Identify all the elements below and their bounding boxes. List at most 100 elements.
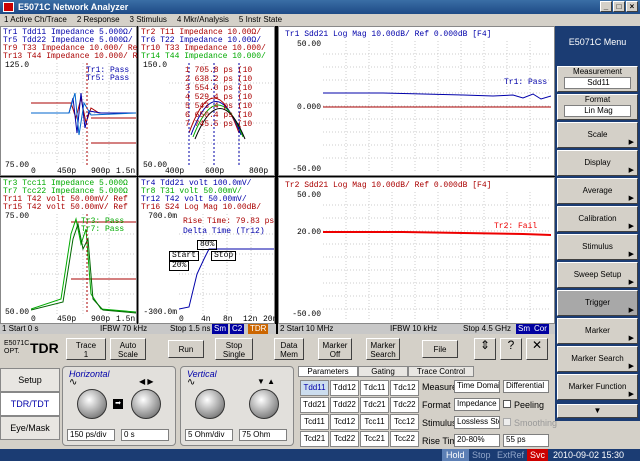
calibration-button[interactable]: Calibration ▶ [557, 206, 638, 232]
window-title: E5071C Network Analyzer [18, 2, 129, 12]
smoothing-checkbox[interactable] [503, 418, 511, 426]
trigger-button[interactable]: Trigger ▶ [557, 290, 638, 316]
rise-time-select[interactable]: 20-80% [454, 434, 500, 447]
vertical-position-knob[interactable] [249, 389, 279, 419]
menu-stimulus[interactable]: 3 Stimulus [130, 14, 167, 26]
vertical-scale-knob[interactable] [195, 389, 225, 419]
marker-function-button[interactable]: Marker Function ▶ [557, 374, 638, 400]
p4-80-label: 80% [197, 240, 218, 250]
measure-mode-select[interactable]: Differential [503, 380, 549, 393]
menu-instr-state[interactable]: 5 Instr State [239, 14, 282, 26]
p2-xtick: 600p [205, 167, 225, 176]
format-button[interactable]: Format Lin Mag [557, 94, 638, 120]
format-select[interactable]: Impedance [454, 398, 500, 411]
marker-off-button[interactable]: Marker Off [318, 338, 352, 360]
close-window-button[interactable]: × [626, 1, 638, 12]
help-icon[interactable]: ? [500, 338, 522, 360]
ch1-plot-1[interactable]: Tr1 Tdd11 Impedance 5.000Ω/ Ref Tr5 Tdd2… [0, 26, 152, 176]
datetime: 2010-09-02 15:30 [553, 450, 625, 460]
tab-tdr-tdt[interactable]: TDR/TDT [0, 392, 60, 416]
up-down-arrow-icon[interactable]: ⇕ [474, 338, 496, 360]
average-label: Average [582, 186, 613, 195]
rise-time-field[interactable]: 55 ps [503, 434, 549, 447]
marker-search-button[interactable]: Marker Search ▶ [557, 346, 638, 372]
param-cell[interactable]: Tdc21 [360, 397, 389, 413]
run-button[interactable]: Run [168, 340, 204, 358]
param-cell[interactable]: Tcc11 [360, 414, 389, 430]
close-icon[interactable]: ✕ [526, 338, 548, 360]
marker-search-tb-button[interactable]: Marker Search [366, 338, 400, 360]
file-button[interactable]: File [422, 340, 458, 358]
ch2-top-ytick: -50.00 [292, 165, 321, 174]
ch2-plot-bottom[interactable]: Tr2 Sdd21 Log Mag 10.00dB/ Ref 0.000dB [… [278, 177, 555, 324]
maximize-button[interactable]: □ [613, 1, 625, 12]
scroll-down-button[interactable]: ▼ [557, 404, 638, 418]
tab-trace-control[interactable]: Trace Control [408, 366, 474, 377]
vertical-position-field[interactable]: 75 Ohm [239, 429, 287, 441]
param-cell[interactable]: Tdc22 [390, 397, 419, 413]
param-cell[interactable]: Tcd22 [330, 431, 359, 447]
tab-gating[interactable]: Gating [358, 366, 408, 377]
param-cell[interactable]: Tcc22 [390, 431, 419, 447]
minimize-button[interactable]: _ [600, 1, 612, 12]
param-cell[interactable]: Tcc21 [360, 431, 389, 447]
title-bar: E5071C Network Analyzer _ □ × [0, 0, 640, 14]
param-cell[interactable]: Tdc11 [360, 380, 389, 396]
param-cell[interactable]: Tdd11 [300, 380, 329, 396]
horizontal-position-knob[interactable] [131, 389, 161, 419]
menu-active-ch[interactable]: 1 Active Ch/Trace [4, 14, 67, 26]
ch2-sm-badge: Sm [516, 324, 532, 334]
ch2-bot-ytick: 50.00 [296, 191, 321, 200]
tab-parameters[interactable]: Parameters [298, 366, 358, 377]
extref-indicator: ExtRef [497, 450, 525, 460]
param-cell[interactable]: Tdd12 [330, 380, 359, 396]
link-icon[interactable]: ➡ [113, 399, 123, 409]
stimulus-button[interactable]: Stimulus ▶ [557, 234, 638, 260]
horizontal-group: Horizontal ∿ ◀ ▶ ➡ 150 ps/div 0 s [62, 366, 176, 446]
p1-xtick: 1.5n [116, 167, 136, 176]
ch2-plot-top[interactable]: Tr1 Sdd21 Log Mag 10.00dB/ Ref 0.000dB [… [278, 26, 555, 176]
ch1-plot-3[interactable]: Tr3 Tcc11 Impedance 5.000Ω Tr7 Tcc22 Imp… [0, 177, 137, 324]
app-icon [3, 2, 14, 12]
param-cell[interactable]: Tcd12 [330, 414, 359, 430]
param-cell[interactable]: Tcc12 [390, 414, 419, 430]
trace-button[interactable]: Trace 1 [66, 338, 106, 360]
ch1-start: 1 Start 0 s [2, 324, 39, 333]
display-button[interactable]: Display ▶ [557, 150, 638, 176]
measure-select[interactable]: Time Domain [454, 380, 500, 393]
p4-20-label: 20% [169, 261, 190, 271]
p2-marker-3: 3 554.0 ps (10 [185, 84, 253, 93]
stop-single-button[interactable]: Stop Single [215, 338, 253, 360]
ch1-plot-4[interactable]: Tr4 Tdd21 volt 100.0mV/ Tr8 T31 volt 50.… [138, 177, 277, 324]
ch1-plot-2[interactable]: Tr2 T11 Impedance 10.00Ω/ Tr6 T22 Impeda… [138, 26, 275, 176]
stimulus-select[interactable]: Lossless Step [454, 416, 500, 429]
auto-scale-button[interactable]: Auto Scale [110, 338, 146, 360]
vertical-scale-field[interactable]: 5 Ohm/div [185, 429, 233, 441]
p4-xtick: 4n [201, 315, 211, 324]
tab-setup[interactable]: Setup [0, 368, 60, 392]
peeling-checkbox[interactable] [503, 400, 511, 408]
tab-eye-mask[interactable]: Eye/Mask [0, 416, 60, 440]
p1-trace-4: Tr13 T44 Impedance 10.000/ Ref [3, 52, 148, 61]
param-cell[interactable]: Tdd22 [330, 397, 359, 413]
p1-ytick: 75.00 [4, 161, 29, 170]
marker-button[interactable]: Marker ▶ [557, 318, 638, 344]
measurement-button[interactable]: Measurement Sdd11 [557, 66, 638, 92]
horizontal-scale-field[interactable]: 150 ps/div [67, 429, 115, 441]
horizontal-scale-knob[interactable] [77, 389, 107, 419]
wave-icon: ∿ [187, 377, 196, 388]
menu-mkr-analysis[interactable]: 4 Mkr/Analysis [177, 14, 229, 26]
scale-button[interactable]: Scale ▶ [557, 122, 638, 148]
param-cell[interactable]: Tdd21 [300, 397, 329, 413]
horizontal-position-field[interactable]: 0 s [121, 429, 169, 441]
sweep-setup-button[interactable]: Sweep Setup ▶ [557, 262, 638, 288]
ch2-bot-title: Tr2 Sdd21 Log Mag 10.00dB/ Ref 0.000dB [… [285, 181, 492, 190]
smoothing-label: Smoothing [514, 418, 558, 428]
data-mem-button[interactable]: Data Mem [274, 338, 304, 360]
param-cell[interactable]: Tcd21 [300, 431, 329, 447]
param-cell[interactable]: Tdc12 [390, 380, 419, 396]
menu-response[interactable]: 2 Response [77, 14, 120, 26]
average-button[interactable]: Average ▶ [557, 178, 638, 204]
p2-trace-4: Tr14 T44 Impedance 10.000/ [141, 52, 266, 61]
param-cell[interactable]: Tcd11 [300, 414, 329, 430]
